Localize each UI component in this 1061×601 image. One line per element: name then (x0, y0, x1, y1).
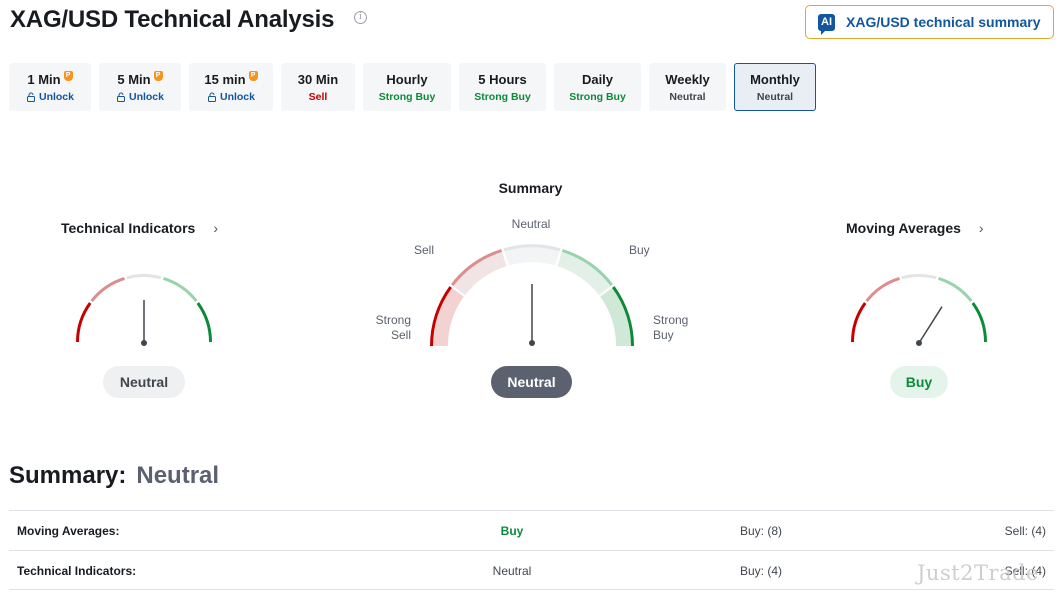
tab-status: Sell (308, 90, 328, 103)
gauge-arc-strong-buy (196, 302, 212, 343)
tab-monthly[interactable]: Monthly Neutral (734, 63, 816, 111)
row-sell-count: Sell: (4) (1004, 524, 1046, 538)
gauge-arc-sell (865, 276, 900, 302)
gauge-arc-strong-buy (971, 302, 987, 343)
lock-icon (116, 92, 125, 102)
tab-status: Neutral (756, 90, 794, 103)
gauge-pivot (916, 340, 922, 346)
row-signal: Buy (500, 524, 524, 538)
tab-label: Monthly (750, 71, 800, 87)
tab-label: Hourly (386, 71, 428, 87)
tab-hourly[interactable]: Hourly Strong Buy (363, 63, 451, 111)
row-signal: Neutral (492, 564, 532, 578)
page-title: XAG/USD Technical Analysis (10, 6, 335, 33)
chevron-right-icon: › (213, 220, 219, 236)
tab-label: 30 Min (297, 71, 339, 87)
technical-indicators-title: Technical Indicators (61, 220, 196, 236)
summary-value: Neutral (136, 462, 220, 489)
moving-averages-link[interactable]: Moving Averages › (846, 220, 984, 236)
gauge-arc-strong-sell (76, 302, 92, 343)
row-name: Technical Indicators: (17, 564, 137, 578)
summary-line: Summary: Neutral (9, 462, 219, 490)
row-buy-count: Buy: (4) (740, 564, 783, 578)
tab-weekly[interactable]: Weekly Neutral (649, 63, 726, 111)
tab-15-min[interactable]: 15 min P Unlock (189, 63, 273, 111)
gauge-label-strong-buy: Strong Buy (653, 313, 689, 342)
tab-daily[interactable]: Daily Strong Buy (554, 63, 641, 111)
moving-averages-title: Moving Averages (846, 220, 961, 236)
gauge-arc-buy (163, 276, 198, 302)
row-name: Moving Averages: (17, 524, 120, 538)
tab-label: Weekly (665, 71, 710, 87)
summary-table: Moving Averages: Buy Buy: (8) Sell: (4) … (9, 510, 1054, 590)
tab-label: 5 Min (117, 71, 151, 87)
timeframe-tabs: 1 Min P Unlock 5 Min P Unlock 15 min P Unlo… (9, 63, 816, 111)
ai-technical-summary-button[interactable]: AI XAG/USD technical summary (805, 5, 1054, 39)
gauge-band-sell (451, 249, 507, 296)
tab-label: Daily (581, 71, 614, 87)
info-icon[interactable]: i (354, 11, 367, 24)
ai-button-label: XAG/USD technical summary (846, 14, 1041, 30)
technical-indicators-link[interactable]: Technical Indicators › (61, 220, 218, 236)
tab-5-min[interactable]: 5 Min P Unlock (99, 63, 181, 111)
tab-30-min[interactable]: 30 Min Sell (281, 63, 355, 111)
summary-label: Summary: (9, 462, 127, 489)
gauge-arc-neutral (126, 274, 162, 280)
tab-label: 5 Hours (478, 71, 527, 87)
watermark: Just2Trade (917, 561, 1039, 585)
tab-status: Strong Buy (378, 90, 436, 103)
tab-status: Strong Buy (474, 90, 531, 103)
tab-status: Unlock (219, 90, 255, 103)
pro-icon: P (248, 71, 258, 81)
row-buy-count: Buy: (8) (740, 524, 783, 538)
summary-gauge-title: Summary (498, 180, 563, 196)
tab-status: Neutral (669, 90, 706, 103)
gauge-arc-neutral (901, 274, 937, 280)
lock-icon (207, 92, 216, 102)
ai-icon: AI (818, 13, 835, 35)
technical-indicators-gauge (76, 274, 212, 346)
tab-5-hours[interactable]: 5 Hours Strong Buy (459, 63, 546, 111)
tab-status: Unlock (38, 90, 74, 103)
table-row: Moving Averages: Buy Buy: (8) Sell: (4) (9, 510, 1054, 550)
gauge-arc-sell (90, 276, 125, 302)
table-row: Technical Indicators: Neutral Buy: (4) S… (9, 550, 1054, 590)
gauge-arc-buy (938, 276, 973, 302)
tab-label: 1 Min (27, 71, 61, 87)
gauge-label-strong-sell: Strong Sell (375, 313, 411, 342)
tab-status: Strong Buy (569, 90, 626, 103)
tab-label: 15 min (204, 71, 246, 87)
chevron-right-icon: › (978, 220, 984, 236)
lock-icon (26, 92, 35, 102)
gauge-pivot (529, 340, 535, 346)
moving-averages-gauge (851, 274, 987, 346)
summary-signal: Neutral (491, 366, 572, 398)
gauge-band-buy (557, 249, 613, 296)
technical-indicators-signal: Neutral (103, 366, 185, 398)
tab-1-min[interactable]: 1 Min P Unlock (9, 63, 91, 111)
gauge-pivot (141, 340, 147, 346)
moving-averages-signal: Buy (890, 366, 948, 398)
pro-icon: P (153, 71, 163, 81)
pro-icon: P (63, 71, 73, 81)
tab-status: Unlock (128, 90, 164, 103)
gauge-label-neutral: Neutral (511, 217, 551, 231)
summary-gauge (430, 244, 634, 347)
gauge-needle (918, 306, 943, 344)
gauge-arc-strong-sell (851, 302, 867, 343)
